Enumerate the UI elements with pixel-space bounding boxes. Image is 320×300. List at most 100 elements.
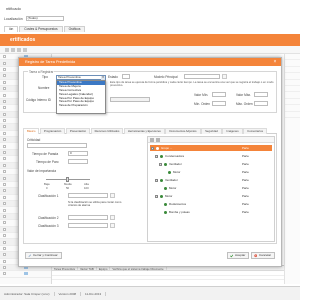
row-checkbox[interactable] xyxy=(3,170,6,174)
row-checkbox[interactable] xyxy=(3,202,6,206)
list-item[interactable] xyxy=(0,271,51,278)
row-checkbox[interactable] xyxy=(3,93,6,97)
row-checkbox[interactable] xyxy=(3,112,6,116)
close-icon[interactable]: × xyxy=(272,59,278,65)
clasif2-select[interactable] xyxy=(68,215,108,220)
criticidad-select[interactable] xyxy=(27,143,87,148)
part-icon xyxy=(164,202,167,206)
toolbar-print-icon[interactable] xyxy=(23,48,27,52)
nombre-label: Nombre xyxy=(38,86,50,90)
toolbar-delete-icon[interactable] xyxy=(17,48,21,52)
app-tab-1[interactable]: ión xyxy=(4,26,19,32)
tree-row[interactable]: − Ventilador Parte xyxy=(150,161,272,167)
row-checkbox[interactable] xyxy=(3,144,6,148)
tree-row[interactable]: − Grupo ... Parte xyxy=(150,145,272,151)
tree-row[interactable]: − Condensadora Parte xyxy=(150,153,272,159)
valor-min-field[interactable] xyxy=(212,92,226,97)
collapse-icon[interactable]: − xyxy=(159,162,162,166)
row-checkbox[interactable] xyxy=(3,157,6,161)
collapse-icon[interactable]: − xyxy=(155,194,158,198)
row-checkbox[interactable] xyxy=(3,163,6,167)
row-checkbox[interactable] xyxy=(3,176,6,180)
close-continue-button[interactable]: Cerrar y Continuar xyxy=(25,252,62,259)
criticidad-label: Criticidad xyxy=(27,138,41,142)
row-checkbox[interactable] xyxy=(3,259,6,263)
tiempo-parada-field[interactable]: 0 xyxy=(68,151,88,156)
row-checkbox[interactable] xyxy=(3,266,6,270)
cancel-button[interactable]: Cancelar xyxy=(251,252,276,259)
tree-row-name: Motor xyxy=(169,186,177,190)
min-orden-field[interactable] xyxy=(212,101,226,106)
row-checkbox[interactable] xyxy=(3,131,6,135)
row-checkbox[interactable] xyxy=(3,240,6,244)
dialog-footer: Cerrar y Continuar Aceptar Cancelar xyxy=(23,251,277,263)
app-tab-costes[interactable]: Costes & Presupuestos xyxy=(19,26,63,32)
tree-row[interactable]: − Ventilador Parte xyxy=(150,177,272,183)
importancia-slider[interactable] xyxy=(46,177,90,182)
collapse-icon[interactable]: − xyxy=(151,146,154,150)
tipo-selected-value: Tarea Preventiva xyxy=(58,75,81,79)
row-checkbox[interactable] xyxy=(3,272,6,276)
tipo-option[interactable]: Tarea de Preparación xyxy=(57,103,105,108)
slider-sub-high: 100 xyxy=(84,186,89,190)
add-icon[interactable] xyxy=(110,215,115,220)
row-checkbox[interactable] xyxy=(3,119,6,123)
max-orden-field[interactable] xyxy=(254,101,268,106)
modelo-field[interactable] xyxy=(184,74,220,79)
clasif1-select[interactable] xyxy=(68,193,108,198)
tree-row-name: Condensadora xyxy=(165,154,184,158)
part-icon xyxy=(164,186,167,190)
row-checkbox[interactable] xyxy=(3,214,6,218)
location-select[interactable]: (Todos) xyxy=(25,16,64,21)
row-checkbox[interactable] xyxy=(3,138,6,142)
row-checkbox[interactable] xyxy=(3,151,6,155)
toolbar-edit-icon[interactable] xyxy=(11,48,15,52)
tree-row[interactable]: Motor Parte xyxy=(150,185,272,191)
codigo-field[interactable] xyxy=(110,97,150,102)
add-icon[interactable] xyxy=(110,193,115,198)
row-checkbox[interactable] xyxy=(3,246,6,250)
collapse-icon[interactable]: − xyxy=(155,154,158,158)
search-icon[interactable] xyxy=(222,74,227,79)
collapse-all-icon[interactable] xyxy=(156,138,160,142)
tree-row[interactable]: − Motor Parte xyxy=(150,193,272,199)
tree-row[interactable]: Rodamientos Parte xyxy=(150,201,272,207)
row-checkbox[interactable] xyxy=(3,80,6,84)
row-checkbox[interactable] xyxy=(3,208,6,212)
row-checkbox[interactable] xyxy=(3,189,6,193)
max-orden-label: Máx. Orden xyxy=(236,102,253,106)
table-row[interactable] xyxy=(52,276,284,281)
tab-basico-panel: Criticidad Tiempo de Parada 0 Tiempo de … xyxy=(23,134,277,244)
row-checkbox[interactable] xyxy=(3,74,6,78)
collapse-icon[interactable]: − xyxy=(155,178,158,182)
estado-field[interactable] xyxy=(122,74,130,79)
add-icon[interactable] xyxy=(110,223,115,228)
row-checkbox[interactable] xyxy=(3,106,6,110)
clasif1-label: Clasificación 1 xyxy=(38,194,59,198)
row-checkbox[interactable] xyxy=(3,87,6,91)
app-tab-graficos[interactable]: Gráficos xyxy=(63,26,86,32)
row-checkbox[interactable] xyxy=(3,227,6,231)
row-checkbox[interactable] xyxy=(3,183,6,186)
toolbar-new-icon[interactable] xyxy=(5,48,9,52)
row-checkbox[interactable] xyxy=(3,221,6,225)
tiempo-paro-label: Tiempo de Paro xyxy=(36,160,59,164)
row-checkbox[interactable] xyxy=(3,234,6,238)
row-checkbox[interactable] xyxy=(3,125,6,129)
row-checkbox[interactable] xyxy=(3,195,6,199)
tree-row[interactable]: Motor Parte xyxy=(150,169,272,175)
row-checkbox[interactable] xyxy=(3,67,6,71)
tree-row-name: Motor xyxy=(165,194,173,198)
clasif3-select[interactable] xyxy=(68,223,108,228)
expand-all-icon[interactable] xyxy=(150,138,154,142)
tree-row[interactable]: Bomba y poleas Parte xyxy=(150,209,272,215)
row-checkbox[interactable] xyxy=(3,55,6,59)
accept-button[interactable]: Aceptar xyxy=(227,252,250,259)
valor-max-field[interactable] xyxy=(254,92,268,97)
row-checkbox[interactable] xyxy=(3,99,6,103)
tiempo-paro-field[interactable] xyxy=(68,159,88,164)
row-checkbox[interactable] xyxy=(3,253,6,257)
slider-sub-mid: 50 xyxy=(66,186,70,190)
tipo-dropdown-list: Tarea Preventiva Tarea de Mejora Tarea C… xyxy=(56,80,106,114)
row-checkbox[interactable] xyxy=(3,61,6,65)
